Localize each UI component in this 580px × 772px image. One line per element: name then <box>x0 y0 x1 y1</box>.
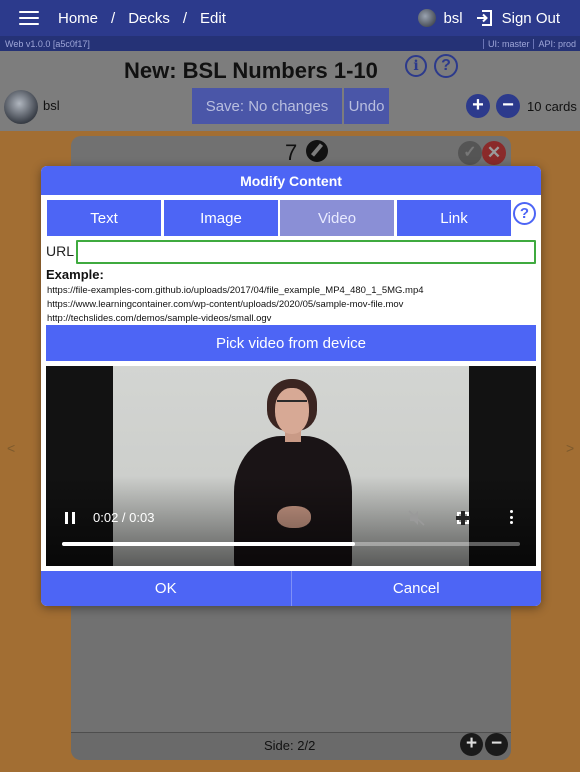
video-time: 0:02 / 0:03 <box>93 510 155 525</box>
add-card-button[interactable]: + <box>466 94 490 118</box>
example-url: https://file-examples-com.github.io/uplo… <box>47 285 424 296</box>
video-progress[interactable] <box>62 542 520 546</box>
save-button[interactable]: Save: No changes <box>192 88 342 124</box>
mute-icon[interactable] <box>408 510 426 526</box>
remove-card-button[interactable]: − <box>496 94 520 118</box>
modify-content-dialog: Modify Content Text Image Video Link ? U… <box>41 166 541 606</box>
next-card-button[interactable]: > <box>566 440 574 456</box>
web-version: Web v1.0.0 [a5c0f17] <box>5 38 90 49</box>
url-input[interactable] <box>76 240 536 264</box>
undo-button[interactable]: Undo <box>344 88 389 124</box>
help-icon[interactable]: ? <box>434 54 458 78</box>
example-url: http://techslides.com/demos/sample-video… <box>47 313 272 324</box>
prev-card-button[interactable]: < <box>7 440 15 456</box>
pause-icon[interactable] <box>65 512 75 524</box>
video-player[interactable]: 0:02 / 0:03 <box>46 366 536 566</box>
breadcrumb-separator: / <box>182 9 188 27</box>
breadcrumb-decks[interactable]: Decks <box>128 10 170 27</box>
check-icon[interactable]: ✓ <box>458 141 482 165</box>
presenter-face <box>275 388 309 434</box>
api-version: API: prod <box>533 38 580 49</box>
cancel-button[interactable]: Cancel <box>290 571 542 606</box>
avatar <box>4 90 38 124</box>
ui-version: UI: master <box>482 38 534 49</box>
card-count: 10 cards <box>527 99 577 114</box>
pick-video-button[interactable]: Pick video from device <box>46 325 536 361</box>
presenter-glasses <box>277 400 307 406</box>
page-title: New: BSL Numbers 1-10 <box>124 58 378 83</box>
side-label: Side: 2/2 <box>264 738 316 753</box>
help-icon[interactable]: ? <box>513 202 536 225</box>
card-number: 7 <box>285 140 298 165</box>
version-bar: Web v1.0.0 [a5c0f17] UI: master API: pro… <box>0 36 580 51</box>
dialog-footer: OK Cancel <box>41 571 541 606</box>
tab-video[interactable]: Video <box>280 200 394 236</box>
example-label: Example: <box>46 267 104 282</box>
breadcrumb-home[interactable]: Home <box>58 10 98 27</box>
video-progress-fill <box>62 542 356 546</box>
info-icon[interactable]: i <box>405 55 427 77</box>
menu-icon[interactable] <box>19 11 39 25</box>
deck-owner: bsl <box>43 98 60 113</box>
top-nav-bar: Home / Decks / Edit bsl Sign Out <box>0 0 580 36</box>
fullscreen-icon[interactable] <box>456 511 470 525</box>
breadcrumb-separator: / <box>111 9 116 27</box>
remove-side-button[interactable]: − <box>485 733 508 756</box>
more-icon[interactable] <box>510 510 514 524</box>
pencil-icon[interactable] <box>306 140 328 162</box>
dialog-title: Modify Content <box>41 166 541 195</box>
ok-button[interactable]: OK <box>41 571 291 606</box>
user-name[interactable]: bsl <box>443 10 462 27</box>
sign-out-icon[interactable] <box>475 9 493 27</box>
avatar-icon[interactable] <box>418 9 437 27</box>
example-url: https://www.learningcontainer.com/wp-con… <box>47 299 404 310</box>
tab-image[interactable]: Image <box>164 200 278 236</box>
sign-out-button[interactable]: Sign Out <box>502 10 560 27</box>
add-side-button[interactable]: + <box>460 733 483 756</box>
tab-link[interactable]: Link <box>397 200 511 236</box>
tab-text[interactable]: Text <box>47 200 161 236</box>
url-label: URL <box>46 243 75 259</box>
close-icon[interactable]: ✕ <box>482 141 506 165</box>
breadcrumb-edit: Edit <box>200 9 226 27</box>
